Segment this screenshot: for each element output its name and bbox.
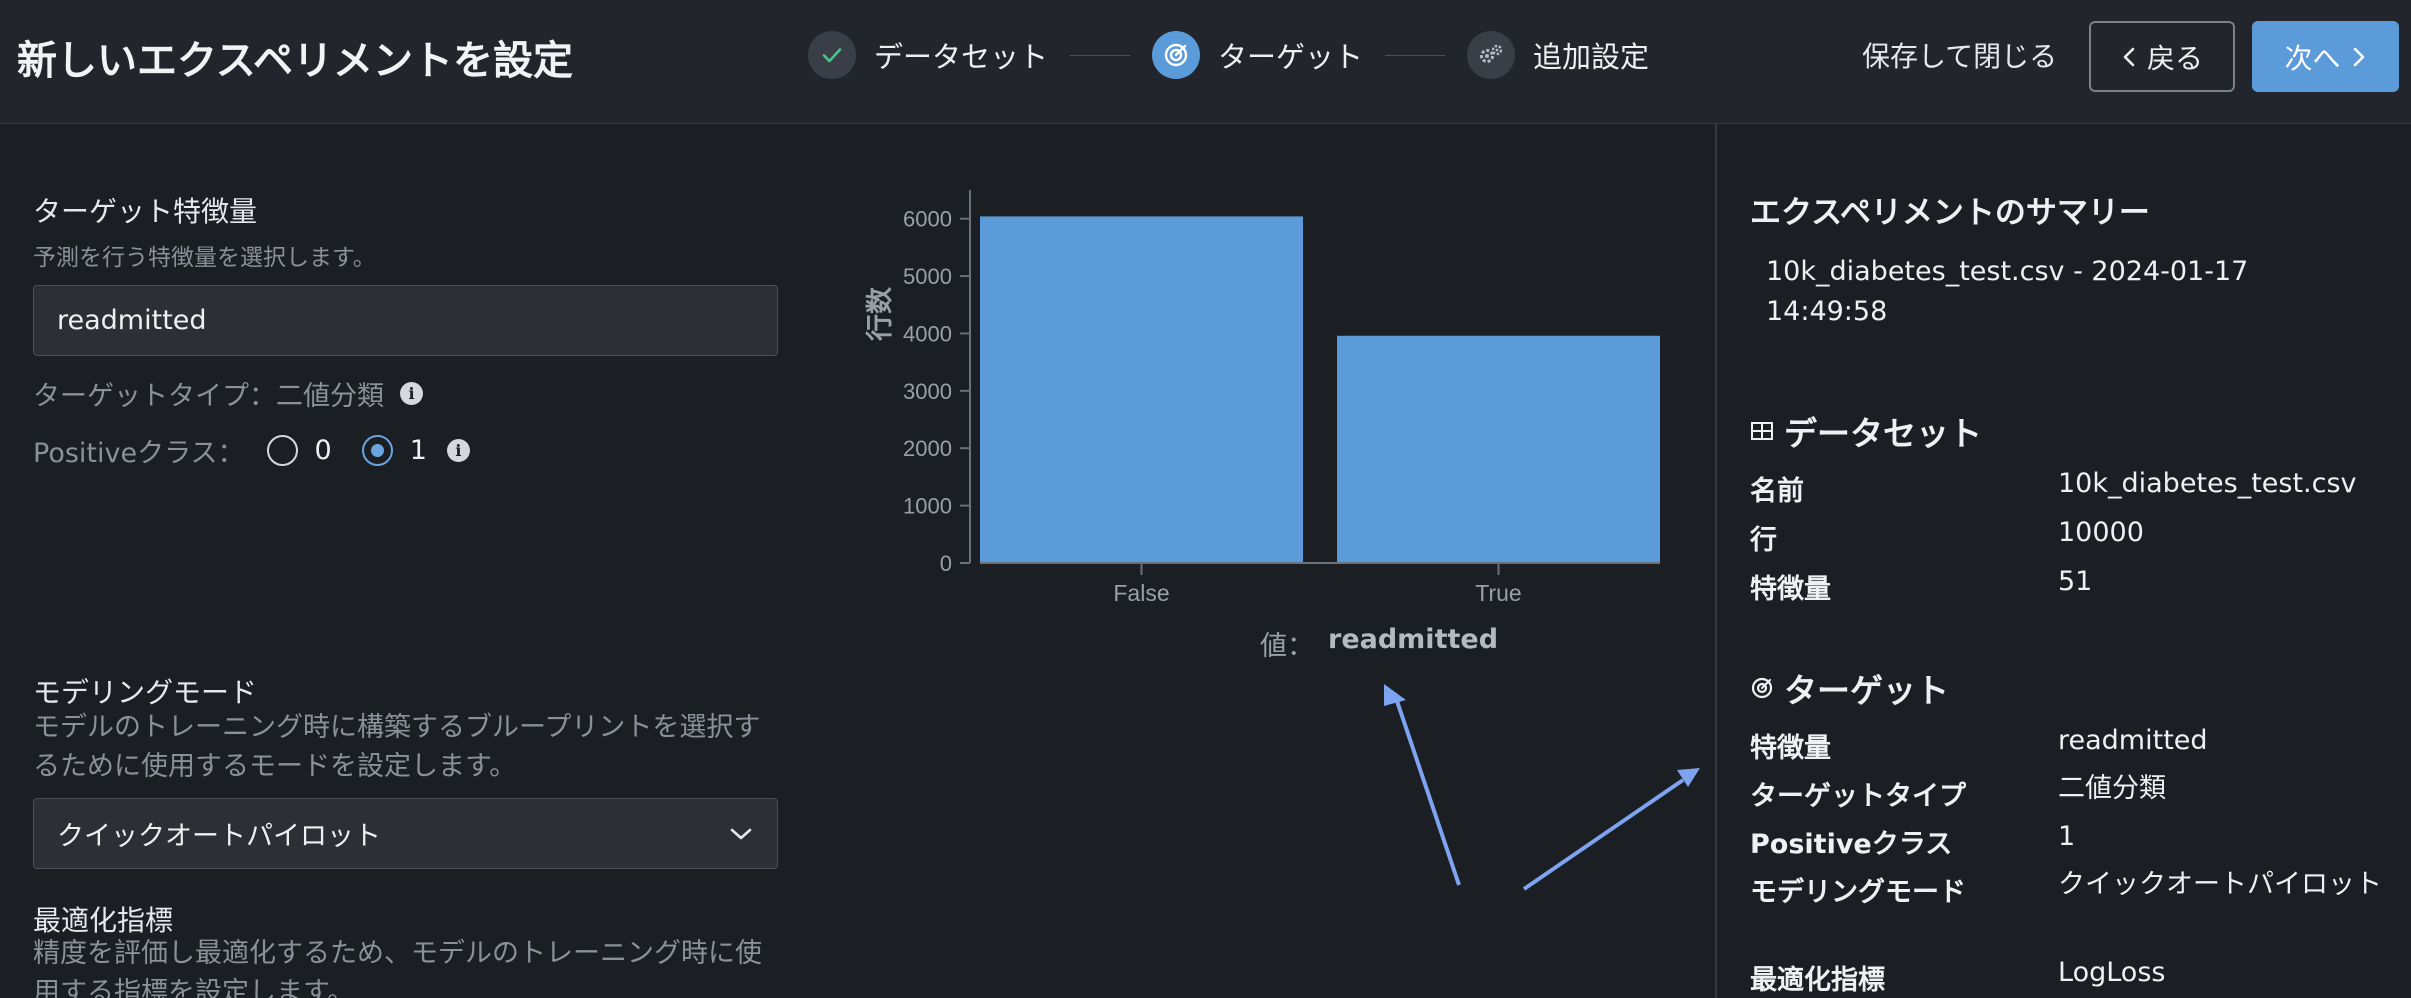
step-target-label: ターゲット: [1218, 40, 1364, 74]
summary-value: クイックオートパイロット: [2058, 869, 2382, 900]
annotation-arrow: [1522, 768, 1700, 891]
summary-key: 特徴量: [1750, 574, 1831, 605]
modeling-mode-description: モデルのトレーニング時に構築するブループリントを選択するために使用するモードを設…: [33, 712, 761, 782]
y-tick-label: 5000: [903, 264, 952, 289]
target-heading-label: ターゲット: [1784, 671, 1949, 710]
chart-x-axis-value: readmitted: [1328, 624, 1499, 655]
top-header: 新しいエクスペリメントを設定 データセット ターゲット 追加設定 保存して閉じる…: [0, 0, 2411, 124]
info-icon[interactable]: i: [400, 382, 423, 405]
target-icon: [1152, 31, 1201, 79]
target-feature-input[interactable]: readmitted: [33, 285, 778, 356]
experiment-summary-panel: エクスペリメントのサマリー 10k_diabetes_test.csv - 20…: [1715, 124, 2411, 998]
chart-x-axis-prefix: 値：: [1260, 631, 1314, 662]
y-tick-label: 6000: [903, 207, 952, 232]
summary-key: 行: [1750, 525, 1777, 556]
y-tick-label: 4000: [903, 321, 952, 346]
target-feature-description: 予測を行う特徴量を選択します。: [33, 245, 376, 271]
positive-class-row: Positiveクラス： 0 1 i: [33, 431, 470, 470]
page-title: 新しいエクスペリメントを設定: [17, 38, 573, 84]
chart-bar: [1337, 335, 1660, 563]
info-icon[interactable]: i: [446, 439, 470, 462]
radio-button[interactable]: [361, 435, 393, 466]
summary-title: エクスペリメントのサマリー: [1750, 195, 2150, 231]
wizard-steps: データセット ターゲット 追加設定: [808, 30, 1649, 80]
summary-key: ターゲットタイプ: [1750, 781, 1966, 812]
target-icon: [1751, 677, 1773, 699]
gears-icon: [1467, 31, 1516, 79]
step-dataset-label: データセット: [874, 40, 1049, 74]
summary-key: Positiveクラス: [1750, 829, 1953, 860]
radio-option-label: 0: [314, 435, 332, 466]
check-icon: [808, 31, 856, 79]
modeling-mode-select[interactable]: クイックオートパイロット: [33, 798, 778, 869]
summary-file-line1: 10k_diabetes_test.csv - 2024-01-17: [1766, 256, 2249, 287]
summary-key: 最適化指標: [1750, 965, 1885, 996]
optimization-metric-description: 精度を評価し最適化するため、モデルのトレーニング時に使用する指標を設定します。: [33, 938, 762, 998]
next-button[interactable]: 次へ: [2252, 21, 2399, 92]
annotation-arrows: [1384, 684, 1700, 891]
summary-value: 10k_diabetes_test.csv: [2058, 468, 2357, 499]
back-button-label: 戻る: [2146, 41, 2203, 75]
chevron-right-icon: [2353, 47, 2364, 66]
target-section-heading: ターゲット: [1750, 664, 1949, 712]
summary-value: readmitted: [2058, 725, 2208, 756]
table-icon: [1751, 422, 1773, 440]
modeling-mode-value: クイックオートパイロット: [57, 821, 381, 852]
step-divider: [1385, 54, 1446, 56]
step-divider: [1070, 54, 1131, 56]
dataset-heading-label: データセット: [1784, 414, 1982, 453]
step-additional-settings[interactable]: 追加設定: [1467, 31, 1649, 79]
summary-key: 特徴量: [1750, 733, 1831, 764]
summary-file-line2: 14:49:58: [1766, 296, 1888, 327]
step-dataset[interactable]: データセット: [808, 31, 1048, 79]
dataset-section-heading: データセット: [1750, 407, 1982, 455]
summary-value: 51: [2058, 566, 2093, 597]
back-button[interactable]: 戻る: [2089, 21, 2235, 92]
step-additional-settings-label: 追加設定: [1533, 40, 1650, 74]
annotation-arrow: [1384, 684, 1461, 886]
target-type-row: ターゲットタイプ：二値分類 i: [33, 374, 423, 413]
summary-value: 10000: [2058, 517, 2144, 548]
y-tick-label: 1000: [903, 494, 952, 519]
target-feature-title: ターゲット特徴量: [33, 195, 258, 228]
summary-key: モデリングモード: [1750, 877, 1966, 908]
next-button-label: 次へ: [2284, 41, 2341, 75]
chart-x-axis-label: 値： readmitted: [1260, 624, 1498, 663]
chevron-left-icon: [2123, 47, 2135, 66]
radio-option-1[interactable]: 1: [361, 435, 427, 466]
radio-button[interactable]: [266, 435, 298, 466]
modeling-mode-title: モデリングモード: [33, 676, 258, 709]
optimization-metric-title: 最適化指標: [33, 904, 174, 937]
x-tick-label: True: [1475, 580, 1521, 606]
radio-option-label: 1: [409, 435, 427, 466]
save-and-close-link[interactable]: 保存して閉じる: [1862, 35, 2057, 75]
chart-bar: [980, 216, 1303, 564]
step-target[interactable]: ターゲット: [1152, 31, 1363, 79]
x-tick-label: False: [1113, 580, 1169, 606]
chevron-down-icon: [730, 828, 752, 839]
radio-option-0[interactable]: 0: [266, 435, 332, 466]
summary-value: 二値分類: [2058, 773, 2166, 804]
summary-value: 1: [2058, 821, 2076, 852]
summary-key: 名前: [1750, 476, 1804, 507]
y-tick-label: 3000: [903, 379, 952, 404]
positive-class-label: Positiveクラス：: [33, 438, 245, 469]
summary-value: LogLoss: [2058, 957, 2166, 988]
y-tick-label: 2000: [903, 436, 952, 461]
target-type-label: ターゲットタイプ：二値分類: [33, 381, 384, 412]
y-tick-label: 0: [940, 551, 952, 576]
target-distribution-chart: 0 1000 2000 3000 4000 5000 6000 False True: [903, 190, 1660, 606]
